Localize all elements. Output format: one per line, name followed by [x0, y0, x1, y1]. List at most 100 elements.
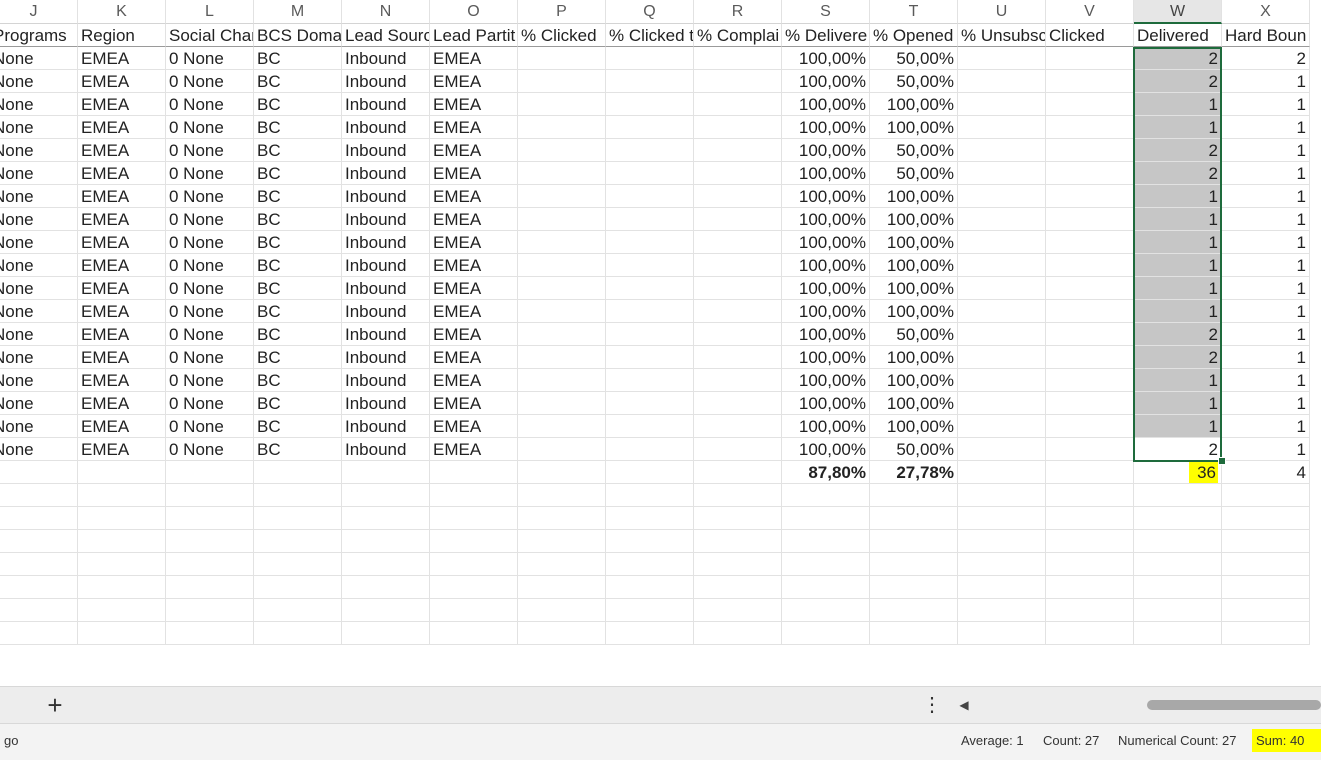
- empty-cell[interactable]: [166, 599, 254, 622]
- cell-n-row-14[interactable]: Inbound: [342, 346, 430, 369]
- cell-n-row-8[interactable]: Inbound: [342, 208, 430, 231]
- cell-r-row-5[interactable]: [694, 139, 782, 162]
- empty-cell[interactable]: [606, 576, 694, 599]
- column-header-s[interactable]: S: [782, 0, 870, 24]
- cell-r-row-11[interactable]: [694, 277, 782, 300]
- cell-m-row-2[interactable]: BC: [254, 70, 342, 93]
- empty-cell[interactable]: [1134, 599, 1222, 622]
- empty-cell[interactable]: [254, 484, 342, 507]
- cell-o-row-9[interactable]: EMEA: [430, 231, 518, 254]
- cell-k-row-12[interactable]: EMEA: [78, 300, 166, 323]
- cell-k-row-5[interactable]: EMEA: [78, 139, 166, 162]
- header-cell-w[interactable]: Delivered: [1134, 24, 1222, 47]
- empty-cell[interactable]: [606, 530, 694, 553]
- cell-s-row-1[interactable]: 100,00%: [782, 47, 870, 70]
- total-cell-t[interactable]: 27,78%: [870, 461, 958, 484]
- cell-x-row-8[interactable]: 1: [1222, 208, 1310, 231]
- cell-l-row-6[interactable]: 0 None: [166, 162, 254, 185]
- cell-w-row-16[interactable]: 1: [1134, 392, 1222, 415]
- cell-v-row-16[interactable]: [1046, 392, 1134, 415]
- cell-s-row-11[interactable]: 100,00%: [782, 277, 870, 300]
- cell-o-row-17[interactable]: EMEA: [430, 415, 518, 438]
- cell-s-row-6[interactable]: 100,00%: [782, 162, 870, 185]
- cell-u-row-5[interactable]: [958, 139, 1046, 162]
- cell-l-row-12[interactable]: 0 None: [166, 300, 254, 323]
- cell-v-row-6[interactable]: [1046, 162, 1134, 185]
- total-cell-l[interactable]: [166, 461, 254, 484]
- cell-u-row-8[interactable]: [958, 208, 1046, 231]
- empty-cell[interactable]: [166, 530, 254, 553]
- cell-o-row-13[interactable]: EMEA: [430, 323, 518, 346]
- cell-t-row-10[interactable]: 100,00%: [870, 254, 958, 277]
- cell-m-row-6[interactable]: BC: [254, 162, 342, 185]
- cell-s-row-12[interactable]: 100,00%: [782, 300, 870, 323]
- empty-cell[interactable]: [342, 576, 430, 599]
- cell-w-row-2[interactable]: 2: [1134, 70, 1222, 93]
- empty-cell[interactable]: [254, 599, 342, 622]
- cell-x-row-14[interactable]: 1: [1222, 346, 1310, 369]
- cell-w-row-14[interactable]: 2: [1134, 346, 1222, 369]
- cell-w-row-10[interactable]: 1: [1134, 254, 1222, 277]
- column-header-u[interactable]: U: [958, 0, 1046, 24]
- empty-cell[interactable]: [430, 553, 518, 576]
- cell-u-row-10[interactable]: [958, 254, 1046, 277]
- cell-n-row-2[interactable]: Inbound: [342, 70, 430, 93]
- empty-cell[interactable]: [958, 622, 1046, 645]
- empty-cell[interactable]: [78, 530, 166, 553]
- cell-k-row-16[interactable]: EMEA: [78, 392, 166, 415]
- header-cell-r[interactable]: % Complai: [694, 24, 782, 47]
- cell-x-row-15[interactable]: 1: [1222, 369, 1310, 392]
- cell-t-row-13[interactable]: 50,00%: [870, 323, 958, 346]
- more-options-icon[interactable]: ⋮: [922, 691, 942, 719]
- empty-cell[interactable]: [606, 553, 694, 576]
- cell-u-row-16[interactable]: [958, 392, 1046, 415]
- cell-s-row-9[interactable]: 100,00%: [782, 231, 870, 254]
- cell-n-row-11[interactable]: Inbound: [342, 277, 430, 300]
- empty-cell[interactable]: [254, 622, 342, 645]
- empty-cell[interactable]: [870, 507, 958, 530]
- cell-n-row-18[interactable]: Inbound: [342, 438, 430, 461]
- cell-u-row-6[interactable]: [958, 162, 1046, 185]
- cell-l-row-11[interactable]: 0 None: [166, 277, 254, 300]
- cell-v-row-1[interactable]: [1046, 47, 1134, 70]
- cell-r-row-18[interactable]: [694, 438, 782, 461]
- column-header-o[interactable]: O: [430, 0, 518, 24]
- fill-handle[interactable]: [1218, 457, 1226, 465]
- cell-x-row-18[interactable]: 1: [1222, 438, 1310, 461]
- column-header-t[interactable]: T: [870, 0, 958, 24]
- cell-v-row-15[interactable]: [1046, 369, 1134, 392]
- cell-l-row-18[interactable]: 0 None: [166, 438, 254, 461]
- cell-p-row-11[interactable]: [518, 277, 606, 300]
- cell-s-row-7[interactable]: 100,00%: [782, 185, 870, 208]
- cell-r-row-12[interactable]: [694, 300, 782, 323]
- cell-k-row-3[interactable]: EMEA: [78, 93, 166, 116]
- cell-j-row-1[interactable]: None: [0, 47, 78, 70]
- cell-v-row-9[interactable]: [1046, 231, 1134, 254]
- total-cell-k[interactable]: [78, 461, 166, 484]
- column-header-r[interactable]: R: [694, 0, 782, 24]
- cell-p-row-6[interactable]: [518, 162, 606, 185]
- total-cell-w[interactable]: 36: [1134, 461, 1222, 484]
- header-cell-n[interactable]: Lead Sourc: [342, 24, 430, 47]
- empty-cell[interactable]: [166, 576, 254, 599]
- empty-cell[interactable]: [342, 622, 430, 645]
- cell-p-row-10[interactable]: [518, 254, 606, 277]
- empty-cell[interactable]: [782, 507, 870, 530]
- cell-t-row-17[interactable]: 100,00%: [870, 415, 958, 438]
- horizontal-scrollbar-thumb[interactable]: [1147, 700, 1321, 710]
- cell-p-row-12[interactable]: [518, 300, 606, 323]
- cell-q-row-17[interactable]: [606, 415, 694, 438]
- cell-o-row-7[interactable]: EMEA: [430, 185, 518, 208]
- total-cell-m[interactable]: [254, 461, 342, 484]
- empty-cell[interactable]: [430, 530, 518, 553]
- cell-n-row-10[interactable]: Inbound: [342, 254, 430, 277]
- scroll-left-arrow-icon[interactable]: ◀: [955, 696, 973, 714]
- cell-w-row-9[interactable]: 1: [1134, 231, 1222, 254]
- cell-q-row-15[interactable]: [606, 369, 694, 392]
- empty-cell[interactable]: [782, 530, 870, 553]
- cell-u-row-15[interactable]: [958, 369, 1046, 392]
- cell-t-row-6[interactable]: 50,00%: [870, 162, 958, 185]
- cell-p-row-7[interactable]: [518, 185, 606, 208]
- cell-k-row-7[interactable]: EMEA: [78, 185, 166, 208]
- cell-x-row-7[interactable]: 1: [1222, 185, 1310, 208]
